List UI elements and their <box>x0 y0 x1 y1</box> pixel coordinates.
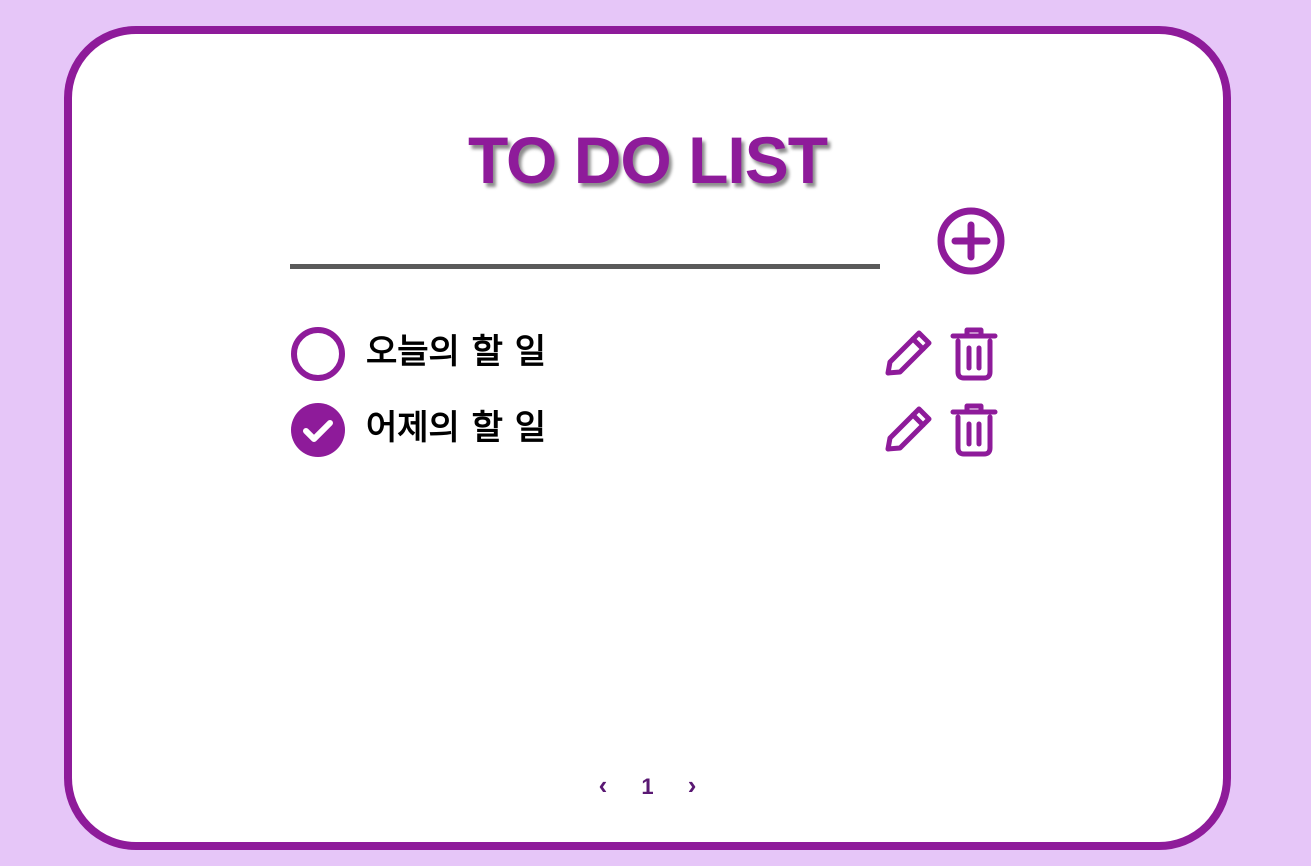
todo-card: TO DO LIST 오늘의 할 일 어제의 할 일 ‹ 1 › <box>64 26 1231 850</box>
pagination: ‹ 1 › <box>72 770 1223 801</box>
trash-icon <box>950 403 998 457</box>
todo-checkbox-unchecked[interactable] <box>290 326 346 382</box>
todo-item: 어제의 할 일 <box>290 402 1010 478</box>
prev-page-button[interactable]: ‹ <box>585 770 622 801</box>
new-todo-input[interactable] <box>290 224 880 269</box>
pencil-icon <box>885 406 932 452</box>
plus-circle-icon <box>937 207 1005 275</box>
todo-text: 어제의 할 일 <box>366 408 547 448</box>
todo-list: 오늘의 할 일 어제의 할 일 <box>290 326 1010 478</box>
edit-todo-button[interactable] <box>878 402 936 460</box>
delete-todo-button[interactable] <box>950 402 998 458</box>
next-page-button[interactable]: › <box>674 770 711 801</box>
page-title: TO DO LIST <box>467 123 828 197</box>
circle-outline-icon <box>291 327 345 381</box>
pencil-icon <box>885 330 932 376</box>
check-circle-icon <box>291 403 345 457</box>
edit-todo-button[interactable] <box>878 326 936 384</box>
delete-todo-button[interactable] <box>950 326 998 382</box>
add-todo-button[interactable] <box>936 206 1006 276</box>
trash-icon <box>950 327 998 381</box>
todo-item: 오늘의 할 일 <box>290 326 1010 402</box>
todo-text: 오늘의 할 일 <box>366 332 547 372</box>
todo-checkbox-checked[interactable] <box>290 402 346 458</box>
current-page-number[interactable]: 1 <box>627 774 667 800</box>
